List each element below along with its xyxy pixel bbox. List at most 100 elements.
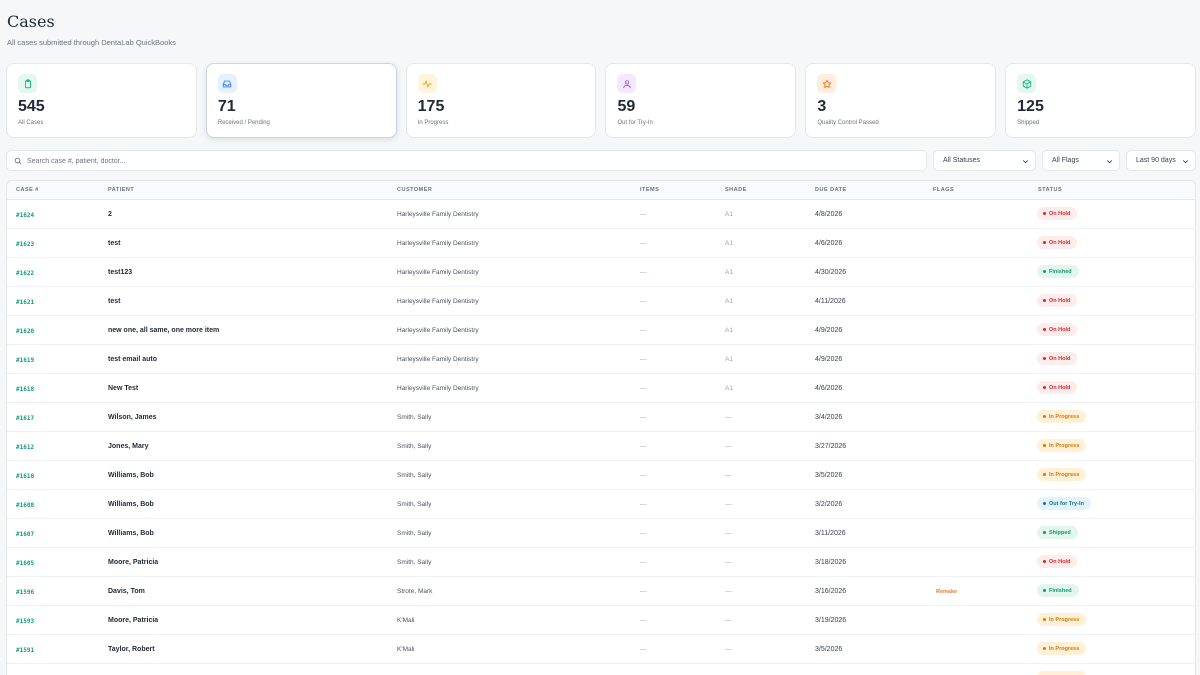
status-dot-icon <box>1043 647 1046 650</box>
case-number-link[interactable]: #1605 <box>16 560 34 567</box>
customer-name: Smith, Sally <box>397 530 432 537</box>
status-badge: In Progress <box>1037 439 1087 452</box>
case-number-link[interactable]: #1620 <box>16 328 34 335</box>
shade-value: — <box>725 617 732 624</box>
table-row[interactable]: #1593 Moore, Patricia K'Mali — — 3/19/2026 In … <box>7 606 1195 635</box>
shade-value: — <box>725 472 732 479</box>
case-number-link[interactable]: #1619 <box>16 357 34 364</box>
patient-name: Moore, Patricia <box>108 559 159 566</box>
page-title: Cases <box>7 12 55 31</box>
stat-card-quality-control[interactable]: 3 Quality Control Passed <box>805 63 997 138</box>
table-row[interactable]: #1622 test123 Harleysville Family Dentistr… <box>7 258 1195 287</box>
case-number-link[interactable]: #1607 <box>16 531 34 538</box>
table-row[interactable]: #1591 Taylor, Robert K'Mali — — 3/5/2026 In Pr… <box>7 635 1195 664</box>
stat-card-all-cases[interactable]: 545 All Cases <box>6 63 197 138</box>
case-number-link[interactable]: #1612 <box>16 444 34 451</box>
date-range-select-value: Last 90 days <box>1136 157 1176 164</box>
table-row[interactable]: #1605 Moore, Patricia Smith, Sally — — 3/18/2… <box>7 548 1195 577</box>
case-number-link[interactable]: #1623 <box>16 241 34 248</box>
column-header-customer[interactable]: CUSTOMER <box>397 187 432 193</box>
case-number-link[interactable]: #1618 <box>16 386 34 393</box>
status-label: Finished <box>1049 587 1072 594</box>
shade-value: A1 <box>725 327 733 334</box>
stat-card-shipped[interactable]: 125 Shipped <box>1005 63 1196 138</box>
flags-select[interactable]: All Flags <box>1042 150 1120 171</box>
status-dot-icon <box>1043 212 1046 215</box>
date-range-select[interactable]: Last 90 days <box>1126 150 1196 171</box>
search-input[interactable] <box>27 153 917 169</box>
table-row[interactable]: #1624 2 Harleysville Family Dentistry — A1 4/… <box>7 200 1195 229</box>
status-label: On Hold <box>1049 384 1071 391</box>
column-header-flags[interactable]: FLAGS <box>933 187 954 193</box>
status-label: On Hold <box>1049 210 1071 217</box>
table-row[interactable]: #1610 Williams, Bob Smith, Sally — — 3/5/2026… <box>7 461 1195 490</box>
case-number-link[interactable]: #1622 <box>16 270 34 277</box>
stat-value: 71 <box>217 98 236 115</box>
stat-label: Received / Pending <box>217 120 270 126</box>
due-date: 3/2/2026 <box>815 501 843 508</box>
customer-name: Harleysville Family Dentistry <box>397 385 479 392</box>
case-number-link[interactable]: #1596 <box>16 589 34 596</box>
clipboard-icon <box>18 74 37 93</box>
page-subtitle: All cases submitted through DentaLab Qui… <box>7 38 176 47</box>
table-row[interactable]: In Progress <box>7 664 1195 675</box>
status-badge: On Hold <box>1037 381 1078 394</box>
table-row[interactable]: #1621 test Harleysville Family Dentistry — A… <box>7 287 1195 316</box>
column-header-status[interactable]: STATUS <box>1038 187 1062 193</box>
patient-name: New Test <box>108 385 139 392</box>
column-header-items[interactable]: ITEMS <box>640 187 659 193</box>
case-number-link[interactable]: #1608 <box>16 502 34 509</box>
table-row[interactable]: #1619 test email auto Harleysville Family … <box>7 345 1195 374</box>
table-row[interactable]: #1617 Wilson, James Smith, Sally — — 3/4/2026… <box>7 403 1195 432</box>
customer-name: Strote, Mark <box>397 588 433 595</box>
status-select[interactable]: All Statuses <box>933 150 1036 171</box>
due-date: 4/9/2026 <box>815 327 843 334</box>
table-row[interactable]: #1596 Davis, Tom Strote, Mark — — 3/16/2026 Re… <box>7 577 1195 606</box>
shade-value: — <box>725 646 732 653</box>
stat-value: 125 <box>1017 98 1044 115</box>
case-number-link[interactable]: #1593 <box>16 618 34 625</box>
status-dot-icon <box>1043 502 1046 505</box>
due-date: 3/16/2026 <box>815 588 847 595</box>
patient-name: test <box>108 298 121 305</box>
due-date: 3/19/2026 <box>815 617 847 624</box>
column-header-case[interactable]: CASE # <box>16 187 39 193</box>
table-row[interactable]: #1620 new one, all same, one more item Har… <box>7 316 1195 345</box>
items-value: — <box>640 327 647 334</box>
stat-card-out-for-try-in[interactable]: 59 Out for Try-In <box>605 63 797 138</box>
table-row[interactable]: #1607 Williams, Bob Smith, Sally — — 3/11/202… <box>7 519 1195 548</box>
stat-card-in-progress[interactable]: 175 In Progress <box>405 63 597 138</box>
customer-name: Harleysville Family Dentistry <box>397 240 479 247</box>
case-number-link[interactable]: #1591 <box>16 647 34 654</box>
status-label: In Progress <box>1049 413 1080 420</box>
case-number-link[interactable]: #1624 <box>16 212 34 219</box>
customer-name: Harleysville Family Dentistry <box>397 327 479 334</box>
case-number-link[interactable]: #1610 <box>16 473 34 480</box>
table-row[interactable]: #1623 test Harleysville Family Dentistry — A… <box>7 229 1195 258</box>
search-box[interactable] <box>6 150 927 171</box>
case-number-link[interactable]: #1617 <box>16 415 34 422</box>
customer-name: Harleysville Family Dentistry <box>397 298 479 305</box>
table-row[interactable]: #1608 Williams, Bob Smith, Sally — — 3/2/2026… <box>7 490 1195 519</box>
status-badge: On Hold <box>1037 294 1078 307</box>
shade-value: — <box>725 443 732 450</box>
patient-name: 2 <box>108 211 112 218</box>
status-badge: On Hold <box>1037 555 1078 568</box>
items-value: — <box>640 588 647 595</box>
shade-value: A1 <box>725 385 733 392</box>
case-number-link[interactable]: #1621 <box>16 299 34 306</box>
customer-name: K'Mali <box>397 617 415 624</box>
table-row[interactable]: #1618 New Test Harleysville Family Dentist… <box>7 374 1195 403</box>
customer-name: Harleysville Family Dentistry <box>397 356 479 363</box>
table-row[interactable]: #1612 Jones, Mary Smith, Sally — — 3/27/2026 I… <box>7 432 1195 461</box>
column-header-patient[interactable]: PATIENT <box>108 187 134 193</box>
customer-name: Smith, Sally <box>397 472 432 479</box>
column-header-shade[interactable]: SHADE <box>725 187 747 193</box>
cases-table: CASE # PATIENT CUSTOMER ITEMS SHADE DUE … <box>6 180 1196 675</box>
items-value: — <box>640 240 647 247</box>
column-header-due-date[interactable]: DUE DATE <box>815 187 847 193</box>
items-value: — <box>640 385 647 392</box>
stat-card-received-pending[interactable]: 71 Received / Pending <box>205 63 397 138</box>
customer-name: Smith, Sally <box>397 443 432 450</box>
status-badge: In Progress <box>1037 642 1087 655</box>
